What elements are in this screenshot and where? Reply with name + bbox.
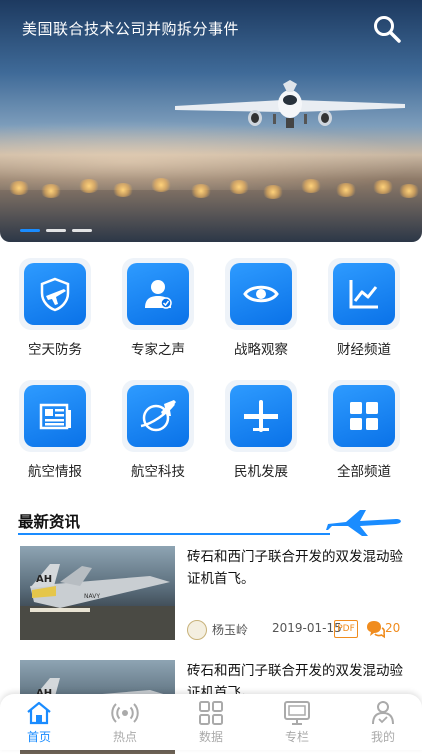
category-label: 空天防务 [28, 342, 82, 358]
hero-banner[interactable]: 美国联合技术公司并购拆分事件 [0, 0, 422, 242]
tab-profile[interactable]: 我的 [353, 700, 413, 745]
airliner-icon [230, 385, 292, 447]
category-label: 民机发展 [234, 464, 288, 480]
broadcast-icon [111, 703, 139, 723]
category-label: 战略观察 [234, 342, 288, 358]
runway-lights [0, 175, 422, 203]
line-chart-icon [333, 263, 395, 325]
section-divider [18, 533, 330, 535]
category-tile [19, 380, 91, 452]
category-strategy[interactable]: 战略观察 [209, 258, 313, 358]
pagination-dot[interactable] [46, 229, 66, 232]
category-tile [122, 258, 194, 330]
category-experts[interactable]: 专家之声 [106, 258, 210, 358]
tab-data[interactable]: 数据 [181, 700, 241, 745]
category-tile [328, 380, 400, 452]
comment-count: 20 [385, 621, 401, 635]
grid-icon [333, 385, 395, 447]
category-tile [225, 380, 297, 452]
tab-label: 首页 [26, 730, 51, 744]
tab-label: 热点 [112, 730, 137, 744]
banner-title[interactable]: 美国联合技术公司并购拆分事件 [22, 18, 239, 39]
newspaper-icon [24, 385, 86, 447]
category-tech[interactable]: 航空科技 [106, 380, 210, 480]
category-all[interactable]: 全部频道 [312, 380, 416, 480]
category-label: 财经频道 [337, 342, 391, 358]
category-tile [19, 258, 91, 330]
news-thumbnail[interactable]: AH NAVY [20, 546, 175, 640]
author-avatar [187, 620, 207, 640]
section-title: 最新资讯 [18, 513, 81, 531]
category-label: 航空科技 [131, 464, 185, 480]
news-item[interactable]: AH NAVY 砖石和西门子联合开发的双发混动验证机首飞。 杨玉岭 2019-0… [20, 546, 404, 640]
home-icon [27, 701, 51, 725]
tab-hot[interactable]: 热点 [95, 700, 155, 745]
tab-label: 专栏 [284, 730, 309, 744]
category-tile [122, 380, 194, 452]
category-tile [328, 258, 400, 330]
news-meta: 杨玉岭 2019-01-15 PDF 20 [187, 618, 404, 640]
svg-text:NAVY: NAVY [84, 593, 100, 600]
category-label: 航空情报 [28, 464, 82, 480]
profile-icon [372, 701, 394, 725]
plane-shield-icon [24, 263, 86, 325]
svg-text:AH: AH [36, 574, 52, 585]
category-finance[interactable]: 财经频道 [312, 258, 416, 358]
category-defense[interactable]: 空天防务 [3, 258, 107, 358]
banner-pagination[interactable] [20, 229, 92, 232]
news-headline[interactable]: 砖石和西门子联合开发的双发混动验证机首飞。 [187, 546, 407, 590]
pdf-icon[interactable]: PDF [334, 620, 358, 638]
expert-user-icon [127, 263, 189, 325]
comment-icon[interactable] [365, 619, 385, 639]
tab-column[interactable]: 专栏 [267, 700, 327, 745]
category-label: 专家之声 [131, 342, 185, 358]
data-grid-icon [199, 701, 223, 725]
category-label: 全部频道 [337, 464, 391, 480]
category-civil[interactable]: 民机发展 [209, 380, 313, 480]
pagination-dot[interactable] [72, 229, 92, 232]
news-author: 杨玉岭 [212, 623, 249, 637]
tab-home[interactable]: 首页 [9, 700, 69, 745]
jet-plane-icon [326, 510, 401, 536]
search-icon[interactable] [372, 14, 402, 44]
bottom-tab-bar: 首页 热点 数据 专栏 我的 [0, 694, 422, 750]
tab-label: 我的 [370, 730, 395, 744]
news-date: 2019-01-15 [272, 621, 342, 635]
eye-icon [230, 263, 292, 325]
pagination-dot-active[interactable] [20, 229, 40, 232]
orbit-plane-icon [127, 385, 189, 447]
tab-label: 数据 [198, 730, 223, 744]
category-tile [225, 258, 297, 330]
airliner-image [175, 80, 405, 128]
monitor-icon [284, 701, 310, 725]
category-intel[interactable]: 航空情报 [3, 380, 107, 480]
